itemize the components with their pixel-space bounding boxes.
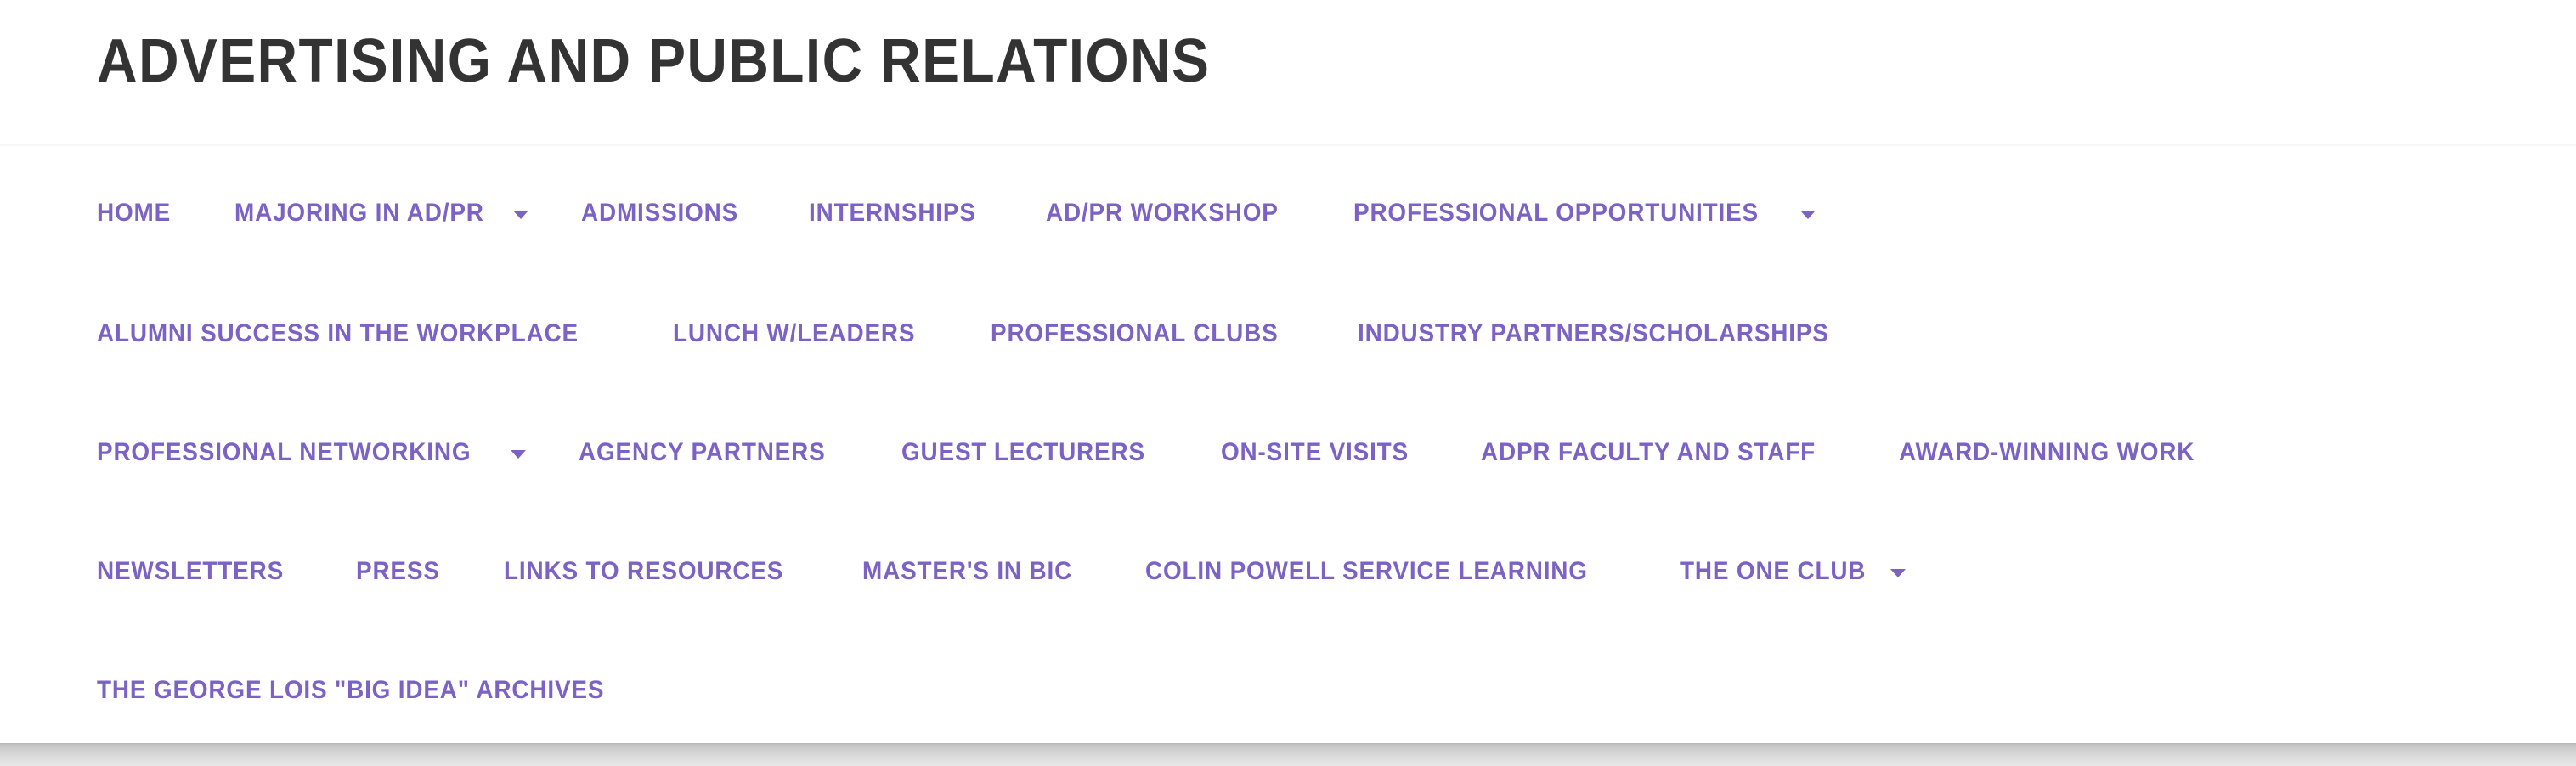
nav-item-label: MAJORING IN AD/PR [234,199,484,227]
nav-item-label: COLIN POWELL SERVICE LEARNING [1145,557,1589,585]
horizontal-scrollbar[interactable] [0,743,2576,766]
nav-item-label: PROFESSIONAL NETWORKING [97,438,472,466]
nav-item-newsletters[interactable]: NEWSLETTERS [97,504,298,584]
page-root: ADVERTISING AND PUBLIC RELATIONS HOME MAJ… [0,0,2576,766]
nav-item-label: THE ONE CLUB [1679,557,1866,585]
nav-item-label: AD/PR WORKSHOP [1046,199,1279,227]
nav-item-label: ON-SITE VISITS [1221,438,1409,466]
chevron-down-icon[interactable] [513,211,529,219]
nav-item-label: INDUSTRY PARTNERS/SCHOLARSHIPS [1358,319,1830,347]
main-navigation: HOME MAJORING IN AD/PR ADMISSIONS INTERNSHI… [0,146,2576,742]
nav-item-industry-partners-scholarships[interactable]: INDUSTRY PARTNERS/SCHOLARSHIPS [1358,267,1865,346]
chevron-down-icon[interactable] [1800,211,1816,219]
chevron-down-icon[interactable] [510,450,526,459]
nav-item-ad-pr-workshop[interactable]: AD/PR WORKSHOP [1046,146,1296,226]
nav-item-agency-partners[interactable]: AGENCY PARTNERS [579,386,844,465]
horizontal-scrollbar-thumb[interactable] [0,747,2576,763]
nav-item-label: PRESS [355,557,440,585]
nav-row: ALUMNI SUCCESS IN THE WORKPLACE LUNCH W/L… [0,267,2576,386]
nav-item-professional-clubs[interactable]: PROFESSIONAL CLUBS [991,267,1300,346]
nav-item-masters-in-bic[interactable]: MASTER'S IN BIC [862,504,1088,584]
nav-row: THE GEORGE LOIS "BIG IDEA" ARCHIVES [0,623,2576,742]
nav-item-label: HOME [97,199,172,227]
nav-item-label: AGENCY PARTNERS [578,438,826,466]
nav-item-label: LINKS TO RESOURCES [503,557,784,585]
nav-item-press[interactable]: PRESS [356,504,446,584]
nav-item-colin-powell-service-learning[interactable]: COLIN POWELL SERVICE LEARNING [1145,504,1621,584]
nav-item-professional-networking[interactable]: PROFESSIONAL NETWORKING [97,386,526,465]
nav-item-label: MASTER'S IN BIC [861,557,1072,585]
nav-item-label: NEWSLETTERS [97,557,285,585]
chevron-down-icon[interactable] [1890,569,1907,577]
nav-item-home[interactable]: HOME [97,146,177,226]
nav-item-label: INTERNSHIPS [808,199,976,227]
nav-row: HOME MAJORING IN AD/PR ADMISSIONS INTERNSHI… [0,146,2576,267]
nav-item-on-site-visits[interactable]: ON-SITE VISITS [1221,386,1423,465]
nav-item-label: THE GEORGE LOIS "BIG IDEA" ARCHIVES [97,676,605,704]
nav-item-lunch-w-leaders[interactable]: LUNCH W/LEADERS [673,267,934,346]
nav-item-admissions[interactable]: ADMISSIONS [581,146,750,226]
nav-item-internships[interactable]: INTERNSHIPS [809,146,989,226]
nav-item-label: AWARD-WINNING WORK [1898,438,2195,466]
nav-item-label: PROFESSIONAL CLUBS [991,319,1279,347]
page-title: ADVERTISING AND PUBLIC RELATIONS [97,27,1211,95]
nav-item-the-one-club[interactable]: THE ONE CLUB [1680,504,1907,584]
nav-item-links-to-resources[interactable]: LINKS TO RESOURCES [504,504,805,584]
nav-item-alumni-success-in-the-workplace[interactable]: ALUMNI SUCCESS IN THE WORKPLACE [97,267,615,346]
nav-item-label: ADMISSIONS [581,199,739,227]
nav-item-label: LUNCH W/LEADERS [672,319,915,347]
nav-item-guest-lecturers[interactable]: GUEST LECTURERS [901,386,1164,465]
nav-item-label: ADPR FACULTY AND STAFF [1481,438,1816,466]
nav-item-adpr-faculty-and-staff[interactable]: ADPR FACULTY AND STAFF [1481,386,1841,465]
nav-item-majoring-in-ad-pr[interactable]: MAJORING IN AD/PR [234,146,529,226]
nav-item-the-george-lois-big-idea-archives[interactable]: THE GEORGE LOIS "BIG IDEA" ARCHIVES [97,623,642,703]
nav-item-label: ALUMNI SUCCESS IN THE WORKPLACE [97,319,579,347]
nav-item-label: GUEST LECTURERS [901,438,1145,466]
nav-item-award-winning-work[interactable]: AWARD-WINNING WORK [1899,386,2217,465]
nav-item-professional-opportunities[interactable]: PROFESSIONAL OPPORTUNITIES [1353,146,1816,226]
nav-item-label: PROFESSIONAL OPPORTUNITIES [1353,199,1760,227]
nav-row: NEWSLETTERS PRESS LINKS TO RESOURCES MASTER… [0,504,2576,623]
site-header: ADVERTISING AND PUBLIC RELATIONS [0,0,2576,146]
nav-row: PROFESSIONAL NETWORKING AGENCY PARTNERS GU… [0,386,2576,504]
